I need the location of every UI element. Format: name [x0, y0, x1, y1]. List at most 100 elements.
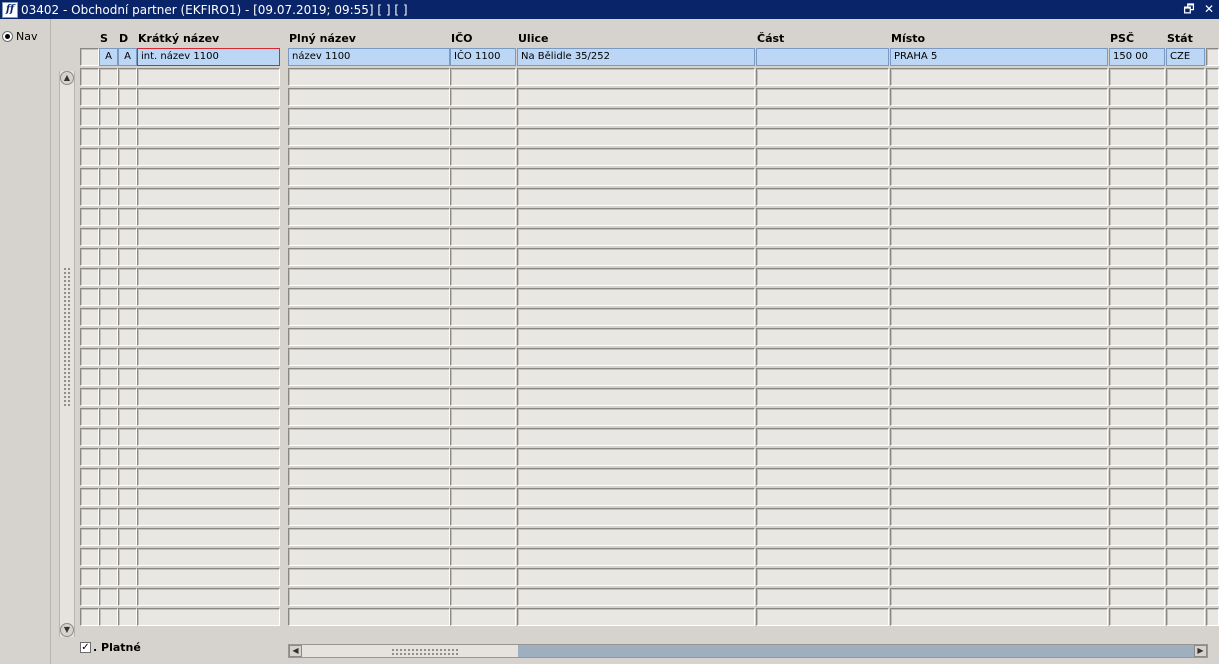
empty-cell-d[interactable]	[118, 548, 137, 566]
empty-cell-misto[interactable]	[890, 608, 1108, 626]
empty-cell-plny[interactable]	[288, 168, 450, 186]
record-cell-extra[interactable]	[1206, 48, 1219, 66]
empty-cell-blank[interactable]	[80, 588, 99, 606]
empty-cell-kratky[interactable]	[137, 128, 280, 146]
empty-cell-extra[interactable]	[1206, 448, 1219, 466]
empty-cell-s[interactable]	[99, 348, 118, 366]
empty-cell-ico[interactable]	[450, 508, 516, 526]
empty-cell-kratky[interactable]	[137, 148, 280, 166]
empty-cell-ulice[interactable]	[517, 528, 755, 546]
empty-cell-ulice[interactable]	[517, 148, 755, 166]
empty-cell-s[interactable]	[99, 188, 118, 206]
empty-cell-cast[interactable]	[756, 408, 889, 426]
empty-cell-psc[interactable]	[1109, 548, 1165, 566]
scroll-down-arrow-icon[interactable]: ▼	[60, 623, 74, 637]
empty-cell-misto[interactable]	[890, 468, 1108, 486]
empty-cell-misto[interactable]	[890, 208, 1108, 226]
record-cell-plny[interactable]: název 1100	[288, 48, 450, 66]
empty-cell-kratky[interactable]	[137, 448, 280, 466]
empty-cell-plny[interactable]	[288, 488, 450, 506]
empty-cell-kratky[interactable]	[137, 588, 280, 606]
empty-cell-ico[interactable]	[450, 268, 516, 286]
empty-cell-misto[interactable]	[890, 308, 1108, 326]
empty-cell-kratky[interactable]	[137, 208, 280, 226]
record-cell-stat[interactable]: CZE	[1166, 48, 1205, 66]
empty-cell-s[interactable]	[99, 68, 118, 86]
empty-cell-blank[interactable]	[80, 408, 99, 426]
empty-cell-stat[interactable]	[1166, 148, 1205, 166]
record-cell-cast[interactable]	[756, 48, 889, 66]
empty-cell-psc[interactable]	[1109, 468, 1165, 486]
empty-cell-stat[interactable]	[1166, 348, 1205, 366]
empty-cell-psc[interactable]	[1109, 428, 1165, 446]
empty-cell-d[interactable]	[118, 168, 137, 186]
empty-cell-extra[interactable]	[1206, 548, 1219, 566]
empty-cell-blank[interactable]	[80, 428, 99, 446]
empty-cell-d[interactable]	[118, 568, 137, 586]
empty-cell-plny[interactable]	[288, 68, 450, 86]
empty-cell-plny[interactable]	[288, 528, 450, 546]
empty-cell-cast[interactable]	[756, 348, 889, 366]
empty-cell-ulice[interactable]	[517, 168, 755, 186]
empty-cell-stat[interactable]	[1166, 368, 1205, 386]
empty-cell-blank[interactable]	[80, 328, 99, 346]
empty-cell-ulice[interactable]	[517, 488, 755, 506]
empty-cell-misto[interactable]	[890, 548, 1108, 566]
empty-cell-s[interactable]	[99, 488, 118, 506]
empty-cell-stat[interactable]	[1166, 248, 1205, 266]
empty-cell-ico[interactable]	[450, 468, 516, 486]
empty-cell-ico[interactable]	[450, 568, 516, 586]
empty-cell-misto[interactable]	[890, 508, 1108, 526]
empty-cell-ico[interactable]	[450, 248, 516, 266]
empty-cell-misto[interactable]	[890, 188, 1108, 206]
empty-cell-d[interactable]	[118, 128, 137, 146]
empty-cell-stat[interactable]	[1166, 428, 1205, 446]
empty-cell-kratky[interactable]	[137, 348, 280, 366]
empty-cell-plny[interactable]	[288, 128, 450, 146]
empty-cell-extra[interactable]	[1206, 128, 1219, 146]
empty-cell-s[interactable]	[99, 268, 118, 286]
empty-cell-cast[interactable]	[756, 128, 889, 146]
empty-cell-ulice[interactable]	[517, 88, 755, 106]
empty-cell-stat[interactable]	[1166, 308, 1205, 326]
empty-cell-s[interactable]	[99, 448, 118, 466]
empty-cell-extra[interactable]	[1206, 428, 1219, 446]
empty-cell-ico[interactable]	[450, 108, 516, 126]
empty-cell-kratky[interactable]	[137, 548, 280, 566]
record-cell-psc[interactable]: 150 00	[1109, 48, 1165, 66]
empty-cell-ulice[interactable]	[517, 328, 755, 346]
empty-cell-kratky[interactable]	[137, 328, 280, 346]
empty-cell-extra[interactable]	[1206, 288, 1219, 306]
empty-cell-ulice[interactable]	[517, 588, 755, 606]
empty-cell-stat[interactable]	[1166, 488, 1205, 506]
empty-cell-psc[interactable]	[1109, 148, 1165, 166]
nav-radio-option[interactable]: Nav	[2, 30, 37, 43]
empty-cell-cast[interactable]	[756, 308, 889, 326]
record-cell-d[interactable]: A	[118, 48, 137, 66]
empty-cell-misto[interactable]	[890, 448, 1108, 466]
empty-cell-d[interactable]	[118, 368, 137, 386]
empty-cell-blank[interactable]	[80, 208, 99, 226]
empty-cell-plny[interactable]	[288, 148, 450, 166]
empty-cell-kratky[interactable]	[137, 568, 280, 586]
empty-cell-d[interactable]	[118, 588, 137, 606]
empty-cell-cast[interactable]	[756, 448, 889, 466]
empty-cell-s[interactable]	[99, 168, 118, 186]
empty-cell-misto[interactable]	[890, 408, 1108, 426]
empty-cell-blank[interactable]	[80, 248, 99, 266]
empty-cell-misto[interactable]	[890, 128, 1108, 146]
empty-cell-ico[interactable]	[450, 188, 516, 206]
empty-cell-d[interactable]	[118, 88, 137, 106]
empty-cell-cast[interactable]	[756, 488, 889, 506]
empty-cell-misto[interactable]	[890, 268, 1108, 286]
empty-cell-cast[interactable]	[756, 588, 889, 606]
restore-window-button[interactable]: 🗗	[1182, 1, 1196, 18]
empty-cell-extra[interactable]	[1206, 108, 1219, 126]
empty-cell-stat[interactable]	[1166, 328, 1205, 346]
empty-cell-s[interactable]	[99, 308, 118, 326]
empty-cell-ico[interactable]	[450, 208, 516, 226]
empty-cell-blank[interactable]	[80, 368, 99, 386]
empty-cell-ico[interactable]	[450, 148, 516, 166]
empty-cell-psc[interactable]	[1109, 568, 1165, 586]
empty-cell-plny[interactable]	[288, 388, 450, 406]
